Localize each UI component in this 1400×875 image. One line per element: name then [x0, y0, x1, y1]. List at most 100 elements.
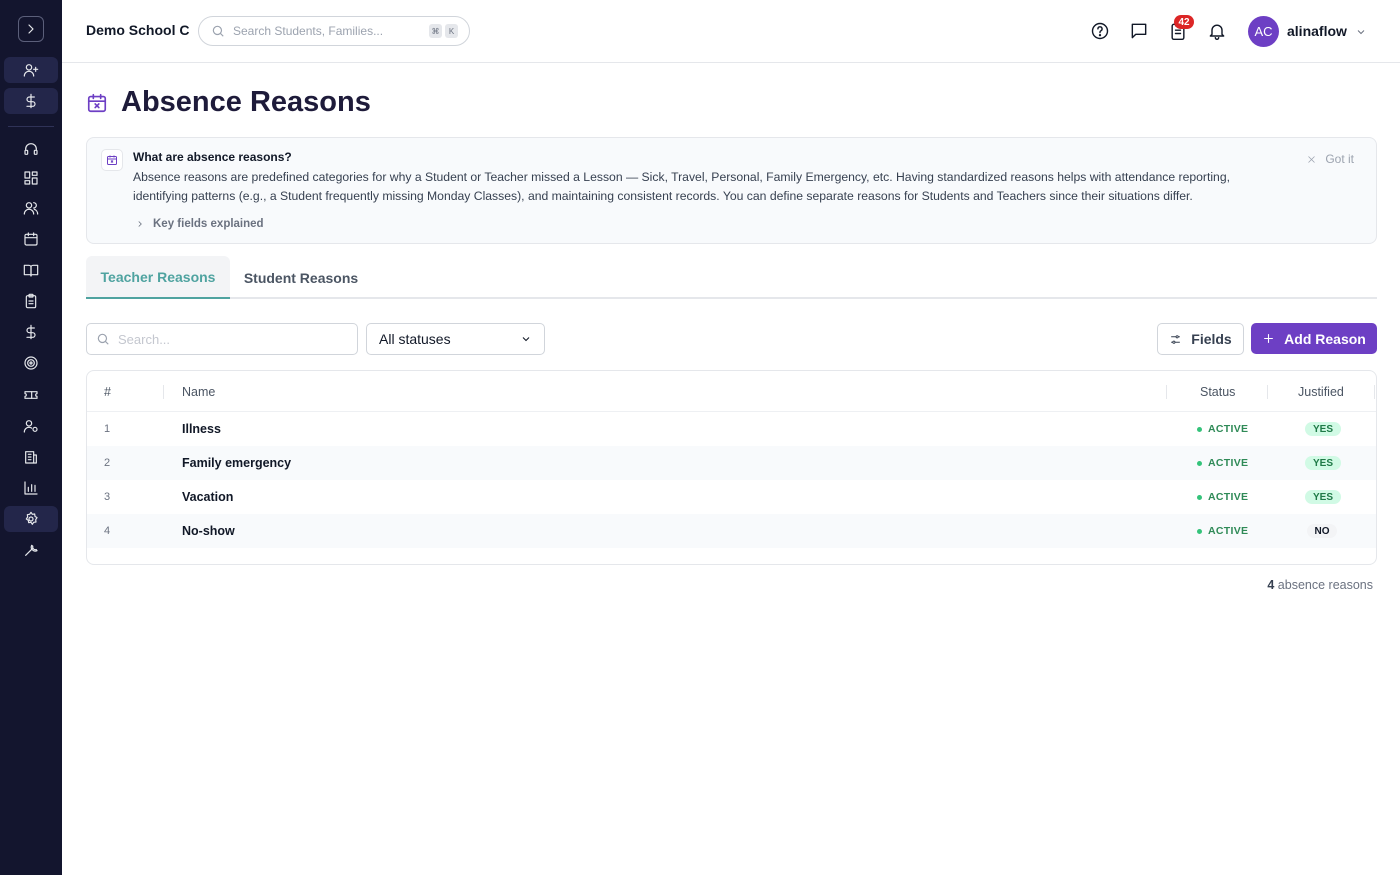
chevron-down-icon: [522, 337, 530, 342]
key-fields-toggle[interactable]: Key fields explained: [135, 218, 264, 230]
reason-name[interactable]: Family emergency: [182, 456, 291, 470]
help-button[interactable]: [1090, 21, 1110, 41]
column-resize-handle[interactable]: [1374, 385, 1375, 399]
info-description: Absence reasons are predefined categorie…: [133, 170, 1230, 203]
record-count-number: 4: [1267, 578, 1275, 592]
reason-name[interactable]: No-show: [182, 524, 235, 538]
reasons-search-field[interactable]: [86, 323, 358, 355]
username[interactable]: alinaflow: [1287, 23, 1347, 39]
sidebar-item-people[interactable]: [4, 195, 58, 221]
sliders-icon: [1171, 334, 1181, 344]
record-count-label: absence reasons: [1277, 578, 1373, 592]
status-text: ACTIVE: [1208, 525, 1249, 537]
notifications-button[interactable]: [1207, 21, 1227, 41]
column-header-num[interactable]: #: [104, 385, 111, 399]
reasons-search-input[interactable]: [118, 331, 338, 347]
chevron-right-icon: [138, 221, 142, 227]
sidebar-item-payments[interactable]: [4, 319, 58, 345]
sidebar-item-courses[interactable]: [4, 257, 58, 283]
building-icon: [25, 451, 37, 464]
sidebar-item-tools[interactable]: [4, 537, 58, 563]
sidebar-item-calendar[interactable]: [4, 226, 58, 252]
search-icon: [212, 25, 224, 37]
school-name[interactable]: Demo School C: [86, 22, 189, 38]
status-text: ACTIVE: [1208, 491, 1249, 503]
status-badge: ACTIVE: [1191, 421, 1254, 437]
status-filter-select[interactable]: All statuses: [366, 323, 545, 355]
table-row[interactable]: 2 Family emergency ACTIVE YES: [87, 446, 1376, 480]
help-circle-icon: [1091, 22, 1109, 40]
table-header: # Name Status Justified: [87, 371, 1376, 412]
sidebar-item-support[interactable]: [4, 136, 58, 162]
user-avatar[interactable]: AC: [1248, 16, 1279, 47]
wrench-icon: [25, 544, 38, 556]
table-row[interactable]: 1 Illness ACTIVE YES: [87, 412, 1376, 446]
justified-badge: YES: [1305, 422, 1341, 436]
user-plus-icon: [23, 64, 39, 77]
dashboard-icon: [24, 171, 38, 185]
status-dot: [1197, 460, 1202, 466]
headset-icon: [24, 143, 38, 155]
dollar-icon: [26, 93, 36, 109]
table-row[interactable]: 3 Vacation ACTIVE YES: [87, 480, 1376, 514]
reason-name[interactable]: Illness: [182, 422, 221, 436]
chevron-down-icon: [1357, 30, 1365, 35]
sidebar-item-dashboard[interactable]: [4, 165, 58, 191]
tab-teacher-reasons[interactable]: Teacher Reasons: [86, 256, 230, 299]
users-icon: [23, 202, 39, 215]
column-header-status[interactable]: Status: [1200, 385, 1235, 399]
tab-student-reasons[interactable]: Student Reasons: [232, 256, 370, 299]
gear-icon: [25, 511, 38, 525]
sidebar-divider: [8, 126, 54, 127]
column-resize-handle[interactable]: [1166, 385, 1167, 399]
sidebar-expand-button[interactable]: [18, 16, 44, 42]
clipboard-icon: [25, 293, 37, 309]
chevron-right-icon: [28, 24, 34, 34]
sidebar-item-buildings[interactable]: [4, 444, 58, 470]
column-resize-handle[interactable]: [163, 385, 164, 399]
reason-name[interactable]: Vacation: [182, 490, 233, 504]
user-menu-chevron[interactable]: [1355, 25, 1367, 37]
global-search-input[interactable]: Search Students, Families... ⌘ K: [198, 16, 470, 46]
dollar-icon: [26, 324, 36, 340]
row-number: 2: [104, 457, 111, 469]
bell-icon: [1209, 24, 1225, 40]
row-number: 4: [104, 525, 111, 537]
status-badge: ACTIVE: [1191, 455, 1254, 471]
sidebar-item-goals[interactable]: [4, 350, 58, 376]
messages-button[interactable]: [1129, 21, 1149, 41]
status-text: ACTIVE: [1208, 423, 1249, 435]
plus-icon: [1264, 334, 1273, 343]
user-cog-icon: [23, 420, 38, 433]
dismiss-label: Got it: [1325, 152, 1354, 166]
target-icon: [24, 356, 38, 370]
add-reason-label: Add Reason: [1284, 330, 1366, 347]
top-bar: Demo School C Search Students, Families.…: [62, 0, 1400, 63]
column-resize-handle[interactable]: [1267, 385, 1268, 399]
column-header-name[interactable]: Name: [182, 385, 215, 399]
message-square-icon: [1131, 23, 1147, 39]
add-reason-button[interactable]: Add Reason: [1251, 323, 1377, 354]
sidebar-item-tasks[interactable]: [4, 288, 58, 314]
shortcut-key-cmd: ⌘: [429, 24, 442, 38]
row-number: 1: [104, 423, 111, 435]
status-badge: ACTIVE: [1191, 489, 1254, 505]
status-dot: [1197, 494, 1202, 500]
sidebar-item-add-user[interactable]: [4, 57, 58, 83]
reasons-table: # Name Status Justified 1 Illness ACTIVE…: [86, 370, 1377, 565]
status-text: ACTIVE: [1208, 457, 1249, 469]
dismiss-info-button[interactable]: Got it: [1307, 152, 1354, 166]
table-row[interactable]: 4 No-show ACTIVE NO: [87, 514, 1376, 548]
notification-count-badge: 42: [1174, 15, 1194, 29]
calendar-x-icon: [86, 92, 108, 114]
column-header-justified[interactable]: Justified: [1298, 385, 1344, 399]
shortcut-key-k: K: [445, 24, 458, 38]
status-badge: ACTIVE: [1191, 523, 1254, 539]
sidebar-item-billing[interactable]: [4, 88, 58, 114]
calendar-icon: [24, 232, 38, 246]
sidebar-item-reports[interactable]: [4, 475, 58, 501]
sidebar-item-settings[interactable]: [4, 506, 58, 532]
sidebar-item-tickets[interactable]: [4, 382, 58, 408]
sidebar-item-user-settings[interactable]: [4, 413, 58, 439]
fields-button[interactable]: Fields: [1157, 323, 1244, 355]
